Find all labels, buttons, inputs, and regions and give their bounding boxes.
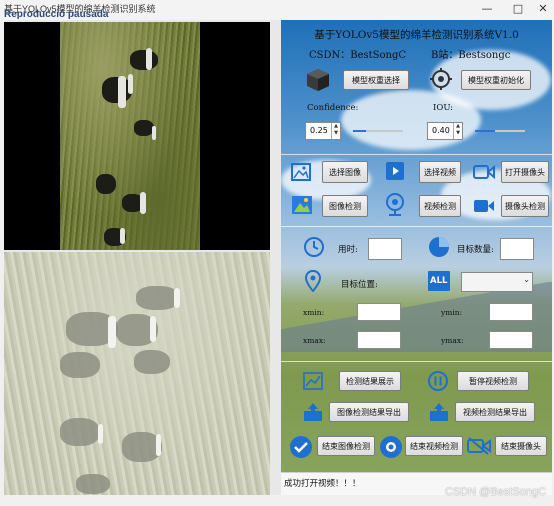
confidence-spinbox[interactable]: 0.25 ▲ ▼: [305, 122, 341, 140]
pie-chart-icon: [429, 237, 449, 257]
stop-video-icon: [380, 436, 402, 458]
target-icon: [430, 68, 452, 90]
image-icon: [291, 163, 311, 181]
playback-paused-badge: Reproducció pausada: [4, 9, 109, 20]
image-detect-button[interactable]: 图像检测: [322, 195, 368, 217]
open-camera-button[interactable]: 打开摄像头: [501, 161, 549, 183]
xmax-value-box: [357, 331, 401, 349]
clock-icon: [304, 237, 324, 257]
video-detect-button[interactable]: 视频检测: [419, 195, 461, 217]
pause-icon: [428, 371, 448, 391]
confidence-slider-fill: [353, 130, 366, 132]
watermark: CSDN @BestSongC: [444, 486, 546, 498]
detection-result-view: [4, 22, 270, 250]
original-video-view: [4, 252, 270, 495]
control-panel: 基于YOLOv5模型的绵羊检测识别系统V1.0 CSDN：BestSongC B…: [281, 20, 552, 495]
camera-off-icon: [467, 437, 491, 455]
all-badge: ALL: [430, 276, 448, 286]
select-image-button[interactable]: 选择图像: [322, 161, 368, 183]
iou-spinbox[interactable]: 0.40 ▲ ▼: [427, 122, 463, 140]
divider: [281, 226, 552, 227]
iou-label: IOU:: [433, 103, 454, 113]
xmax-label: xmax:: [303, 336, 326, 345]
select-video-button[interactable]: 选择视频: [419, 161, 461, 183]
minimize-button[interactable]: —: [480, 2, 494, 15]
pause-video-detect-button[interactable]: 暂停视频检测: [457, 371, 529, 391]
confidence-slider[interactable]: [353, 130, 403, 132]
ymax-value-box: [489, 331, 533, 349]
spin-arrows-icon[interactable]: ▲ ▼: [331, 123, 340, 139]
camera-detect-button[interactable]: 摄像头检测: [501, 195, 549, 217]
chart-icon: [303, 372, 323, 390]
ymin-label: ymin:: [441, 308, 463, 317]
model-weight-select-button[interactable]: 模型权重选择: [343, 70, 409, 90]
iou-slider-fill: [475, 130, 495, 132]
ymax-label: ymax:: [441, 336, 464, 345]
divider: [281, 154, 552, 155]
chevron-down-icon: ⌄: [523, 275, 530, 284]
location-pin-icon: [305, 270, 321, 292]
confidence-label: Confidence:: [307, 103, 359, 113]
ymin-value-box: [489, 303, 533, 321]
xmin-value-box: [357, 303, 401, 321]
export-video-result-button[interactable]: 视频检测结果导出: [455, 402, 535, 422]
panel-title: 基于YOLOv5模型的绵羊检测识别系统V1.0: [314, 29, 519, 41]
export-video-icon: [430, 403, 448, 421]
export-image-icon: [304, 403, 322, 421]
end-image-detect-button[interactable]: 结束图像检测: [317, 436, 375, 456]
spin-arrows-icon[interactable]: ▲ ▼: [453, 123, 462, 139]
status-text: 成功打开视频！！！: [284, 479, 361, 489]
video-file-icon: [386, 162, 404, 180]
target-position-label: 目标位置:: [341, 280, 378, 290]
maximize-button[interactable]: □: [511, 2, 525, 15]
check-circle-icon: [290, 436, 312, 458]
csdn-label: CSDN：BestSongC: [309, 50, 407, 61]
close-button[interactable]: ✕: [536, 2, 550, 15]
app-window: 基于YOLOv5模型的绵羊检测识别系统 Reproducció pausada …: [0, 0, 554, 506]
end-camera-button[interactable]: 结束摄像头: [495, 436, 547, 456]
bilibili-label: B站：Bestsongc: [431, 50, 511, 61]
image-detect-icon: [292, 196, 312, 214]
model-cube-icon: [307, 69, 329, 91]
xmin-label: xmin:: [303, 308, 325, 317]
time-label: 用时:: [338, 245, 358, 255]
divider: [281, 361, 552, 362]
target-select-dropdown[interactable]: ⌄: [461, 272, 533, 292]
iou-value: 0.40: [432, 126, 450, 135]
time-value-box: [368, 238, 402, 260]
target-count-box: [500, 238, 534, 260]
camera-icon: [473, 165, 495, 179]
target-count-label: 目标数量:: [457, 245, 494, 255]
camera-detect-icon: [474, 200, 494, 212]
pasture-image: [60, 22, 200, 250]
show-result-button[interactable]: 检测结果展示: [339, 371, 401, 391]
model-weight-init-button[interactable]: 模型权重初始化: [461, 70, 531, 90]
export-image-result-button[interactable]: 图像检测结果导出: [329, 402, 409, 422]
end-video-detect-button[interactable]: 结束视频检测: [405, 436, 463, 456]
webcam-icon: [386, 193, 404, 216]
title-bar: 基于YOLOv5模型的绵羊检测识别系统 Reproducció pausada …: [0, 0, 554, 20]
iou-slider[interactable]: [475, 130, 525, 132]
confidence-value: 0.25: [310, 126, 328, 135]
